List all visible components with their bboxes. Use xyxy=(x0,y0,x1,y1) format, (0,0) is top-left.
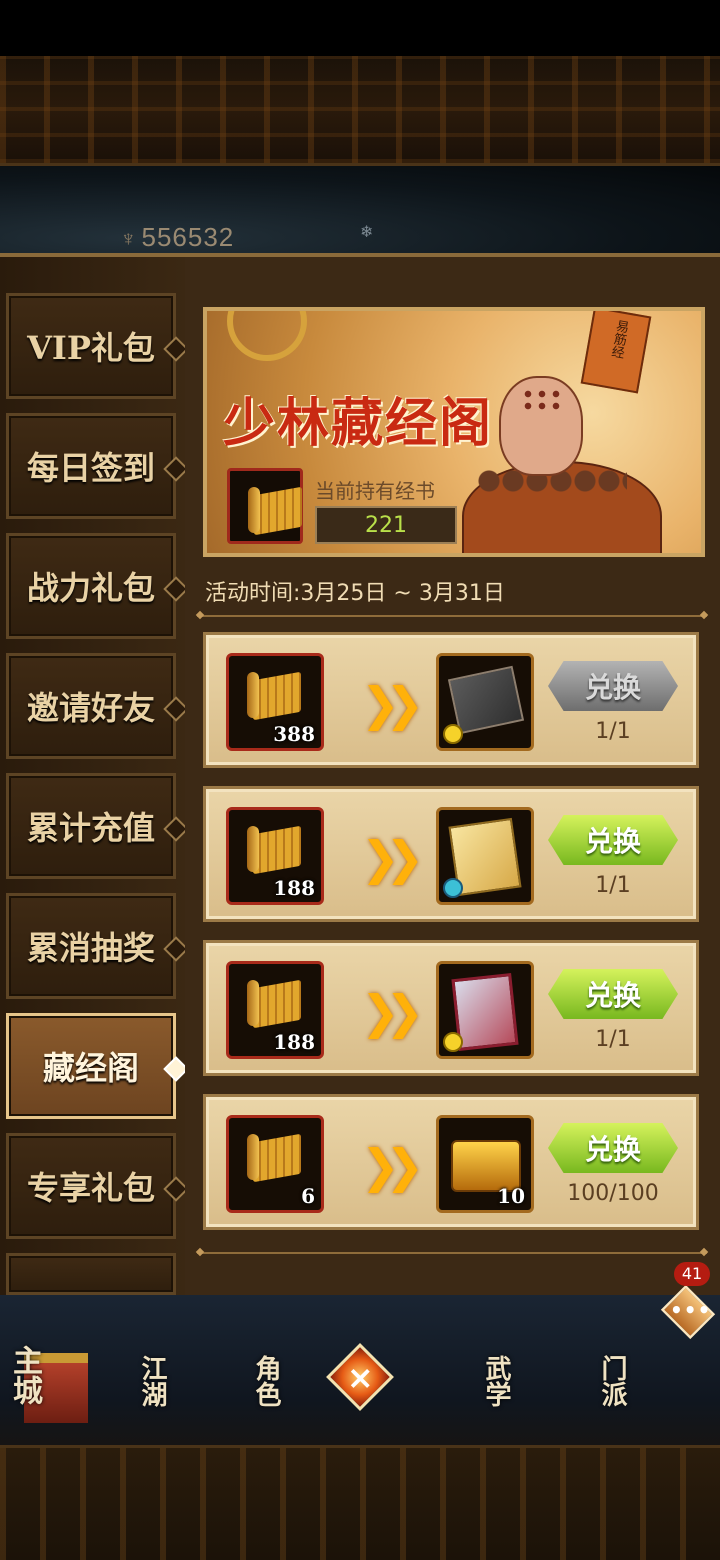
scroll-icon xyxy=(247,978,307,1030)
monk-head xyxy=(499,376,583,476)
tab-label: 专享礼包 xyxy=(26,1169,155,1207)
tab-label: 战力礼包 xyxy=(26,569,155,607)
chat-unread-badge: 41 xyxy=(674,1262,710,1286)
coin-icon xyxy=(443,1032,463,1052)
nav-martial-arts[interactable]: 武学 xyxy=(478,1355,515,1407)
exchange-limit: 1/1 xyxy=(595,873,631,898)
exchange-limit: 1/1 xyxy=(595,719,631,744)
activity-sidebar: VIP礼包 每日签到 战力礼包 邀请好友 累计充值 累消抽奖 藏经阁 专享礼包 xyxy=(0,257,189,1295)
event-banner: 易筋经 少林藏经阁 当前持有经书 221 xyxy=(203,307,705,557)
arrow-right-icon: ❯❯ xyxy=(361,831,424,885)
activity-content: 易筋经 少林藏经阁 当前持有经书 221 活动时间:3月25日 ~ 3月31日 … xyxy=(185,257,720,1295)
cost-item-slot[interactable]: 188 xyxy=(226,807,324,905)
trident-icon: ♆ xyxy=(120,226,138,251)
cost-item-slot[interactable]: 188 xyxy=(226,961,324,1059)
activity-panel: VIP礼包 每日签到 战力礼包 邀请好友 累计充值 累消抽奖 藏经阁 专享礼包 … xyxy=(0,253,720,1295)
nav-role[interactable]: 角色 xyxy=(248,1355,285,1407)
combat-power-value: 556532 xyxy=(141,222,235,252)
tab-label: 藏经阁 xyxy=(42,1049,139,1087)
cost-count: 6 xyxy=(301,1184,315,1208)
divider xyxy=(197,615,707,617)
nav-sect[interactable]: 门派 xyxy=(594,1355,631,1407)
bottom-decorative-frieze xyxy=(0,1445,720,1560)
top-decorative-frieze xyxy=(0,56,720,166)
exchange-button[interactable]: 兑换 xyxy=(548,815,678,865)
divider xyxy=(197,1252,707,1254)
reward-item-slot[interactable]: 10 xyxy=(436,1115,534,1213)
tab-power-gift[interactable]: 战力礼包 xyxy=(6,533,189,639)
event-time: 活动时间:3月25日 ~ 3月31日 xyxy=(205,581,505,606)
scroll-icon xyxy=(247,1132,307,1184)
exchange-row: 188 ❯❯ 兑换 1/1 xyxy=(203,786,699,922)
arrow-right-icon: ❯❯ xyxy=(361,677,424,731)
tab-label: 累计充值 xyxy=(26,809,155,847)
cost-count: 188 xyxy=(273,1030,315,1054)
exchange-limit: 1/1 xyxy=(595,1027,631,1052)
close-icon: × xyxy=(346,1358,374,1397)
scroll-icon xyxy=(247,824,307,876)
coin-icon xyxy=(443,724,463,744)
tab-label: VIP礼包 xyxy=(27,329,155,367)
cost-count: 188 xyxy=(273,876,315,900)
nav-center-button[interactable]: × xyxy=(326,1343,394,1411)
reward-item-slot[interactable] xyxy=(436,653,534,751)
tab-daily-checkin[interactable]: 每日签到 xyxy=(6,413,189,519)
tab-invite-friends[interactable]: 邀请好友 xyxy=(6,653,189,759)
tab-exclusive-gift[interactable]: 专享礼包 xyxy=(6,1133,189,1239)
exchange-row: 388 ❯❯ 兑换 1/1 xyxy=(203,632,699,768)
reward-item-slot[interactable] xyxy=(436,961,534,1059)
exchange-button[interactable]: 兑换 xyxy=(548,969,678,1019)
status-bar-area xyxy=(0,0,720,56)
tab-label: 累消抽奖 xyxy=(26,929,155,967)
combat-power: ♆ 556532 xyxy=(120,222,234,253)
holding-value: 221 xyxy=(315,506,457,544)
exchange-button[interactable]: 兑换 xyxy=(548,1123,678,1173)
snowflake-icon: ❄ xyxy=(360,222,374,241)
holding-label: 当前持有经书 xyxy=(315,479,435,503)
tab-sutra-pavilion[interactable]: 藏经阁 xyxy=(6,1013,189,1119)
cost-item-slot[interactable]: 388 xyxy=(226,653,324,751)
golden-staff-icon xyxy=(227,311,307,361)
cost-count: 388 xyxy=(273,722,315,746)
scroll-icon xyxy=(248,485,308,537)
reward-count: 10 xyxy=(497,1184,525,1208)
exchange-row: 188 ❯❯ 兑换 1/1 xyxy=(203,940,699,1076)
tab-cumulative-recharge[interactable]: 累计充值 xyxy=(6,773,189,879)
sutra-book-icon: 易筋经 xyxy=(580,311,652,394)
cost-item-slot[interactable]: 6 xyxy=(226,1115,324,1213)
exchange-row: 6 ❯❯ 10 兑换 100/100 xyxy=(203,1094,699,1230)
ellipsis-icon: ••• xyxy=(670,1298,712,1322)
tab-spend-lottery[interactable]: 累消抽奖 xyxy=(6,893,189,999)
exchange-limit: 100/100 xyxy=(567,1181,659,1206)
scene-background xyxy=(0,166,720,256)
nav-jianghu[interactable]: 江湖 xyxy=(134,1355,171,1407)
dark-book-icon xyxy=(447,665,525,735)
gem-icon xyxy=(443,878,463,898)
chat-button[interactable]: ••• xyxy=(656,1284,718,1342)
scroll-icon xyxy=(247,670,307,722)
arrow-right-icon: ❯❯ xyxy=(361,1139,424,1193)
banner-title: 少林藏经阁 xyxy=(223,393,494,454)
bottom-navigation: 主城 江湖 角色 × 武学 门派 xyxy=(0,1295,720,1560)
reward-item-slot[interactable] xyxy=(436,807,534,905)
tab-label: 邀请好友 xyxy=(26,689,155,727)
nav-home[interactable]: 主城 xyxy=(2,1345,46,1405)
arrow-right-icon: ❯❯ xyxy=(361,985,424,1039)
exchange-button[interactable]: 兑换 xyxy=(548,661,678,711)
tab-label: 每日签到 xyxy=(26,449,155,487)
sutra-scroll-item[interactable] xyxy=(227,468,303,544)
sutra-book-title: 易筋经 xyxy=(607,318,630,360)
tab-partial-next[interactable] xyxy=(6,1253,176,1295)
tab-vip-gift[interactable]: VIP礼包 xyxy=(6,293,189,399)
